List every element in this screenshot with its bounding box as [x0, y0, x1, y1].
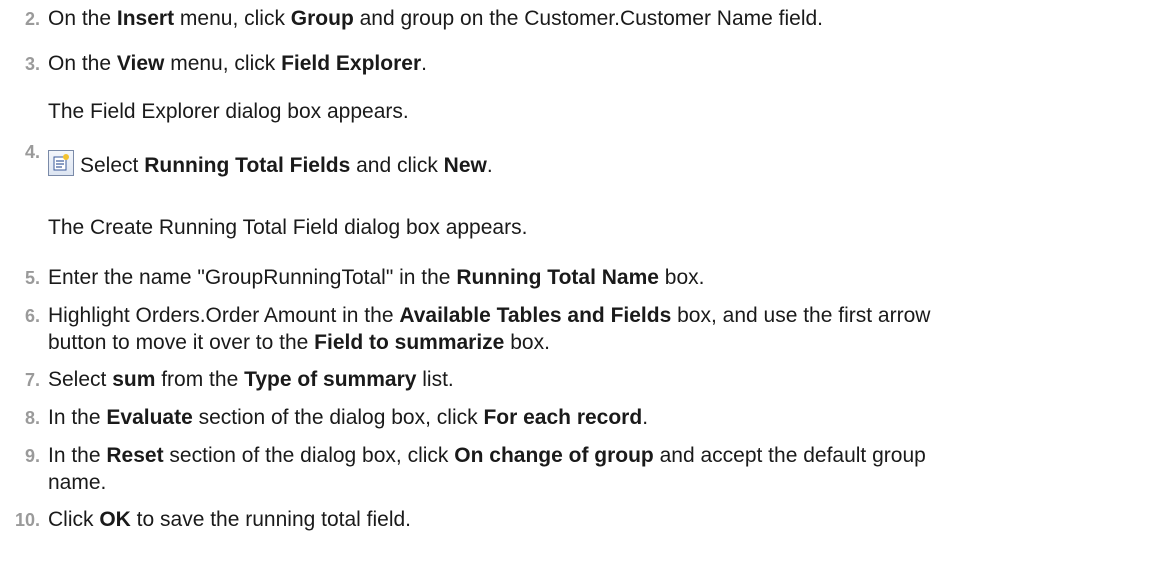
step-text: On the Insert menu, click Group and grou…	[48, 7, 824, 30]
step-text: Highlight Orders.Order Amount in the Ava…	[48, 304, 931, 327]
step-text: In the Reset section of the dialog box, …	[48, 444, 926, 467]
step-number: 5.	[24, 268, 40, 288]
step-number: 2.	[24, 9, 40, 29]
instruction-list: 2. On the Insert menu, click Group and g…	[0, 0, 1176, 561]
step-number: 6.	[24, 306, 40, 326]
step-number: 10.	[14, 510, 40, 530]
step-text: Select sum from the Type of summary list…	[48, 368, 454, 391]
step-number: 8.	[24, 408, 40, 428]
step-text-continued: name.	[48, 471, 107, 494]
step-text: Click OK to save the running total field…	[48, 508, 412, 531]
step-text: Enter the name "GroupRunningTotal" in th…	[48, 266, 705, 289]
step-number: 3.	[24, 54, 40, 74]
new-field-icon	[48, 150, 74, 176]
step-number: 4.	[24, 142, 40, 162]
step-number: 9.	[24, 446, 40, 466]
step-text: On the View menu, click Field Explorer.	[48, 52, 427, 75]
step-text: Select Running Total Fields and click Ne…	[48, 150, 493, 178]
note-text: The Create Running Total Field dialog bo…	[48, 216, 528, 239]
step-text: In the Evaluate section of the dialog bo…	[48, 406, 649, 429]
step-text-continued: button to move it over to the Field to s…	[48, 331, 550, 354]
step-number: 7.	[24, 370, 40, 390]
note-text: The Field Explorer dialog box appears.	[48, 100, 409, 123]
